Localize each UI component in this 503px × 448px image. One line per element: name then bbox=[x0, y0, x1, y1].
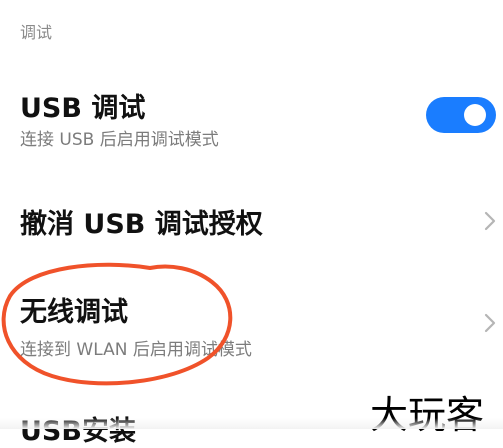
usb-debugging-subtitle: 连接 USB 后启用调试模式 bbox=[20, 130, 219, 150]
wireless-debugging-row[interactable]: 无线调试 连接到 WLAN 后启用调试模式 bbox=[0, 280, 503, 380]
toggle-knob bbox=[464, 104, 486, 126]
wireless-debugging-subtitle: 连接到 WLAN 后启用调试模式 bbox=[20, 340, 252, 360]
watermark: 大玩客 bbox=[370, 393, 485, 437]
wireless-debugging-title: 无线调试 bbox=[20, 297, 128, 328]
bottom-fade bbox=[0, 418, 503, 429]
usb-debugging-title: USB 调试 bbox=[20, 93, 146, 124]
usb-debugging-toggle[interactable] bbox=[426, 97, 496, 133]
section-header-debugging: 调试 bbox=[20, 23, 53, 42]
chevron-right-icon bbox=[484, 313, 496, 333]
revoke-usb-auth-row[interactable]: 撤消 USB 调试授权 bbox=[0, 190, 503, 260]
revoke-usb-auth-title: 撤消 USB 调试授权 bbox=[20, 209, 263, 240]
chevron-right-icon bbox=[484, 211, 496, 231]
